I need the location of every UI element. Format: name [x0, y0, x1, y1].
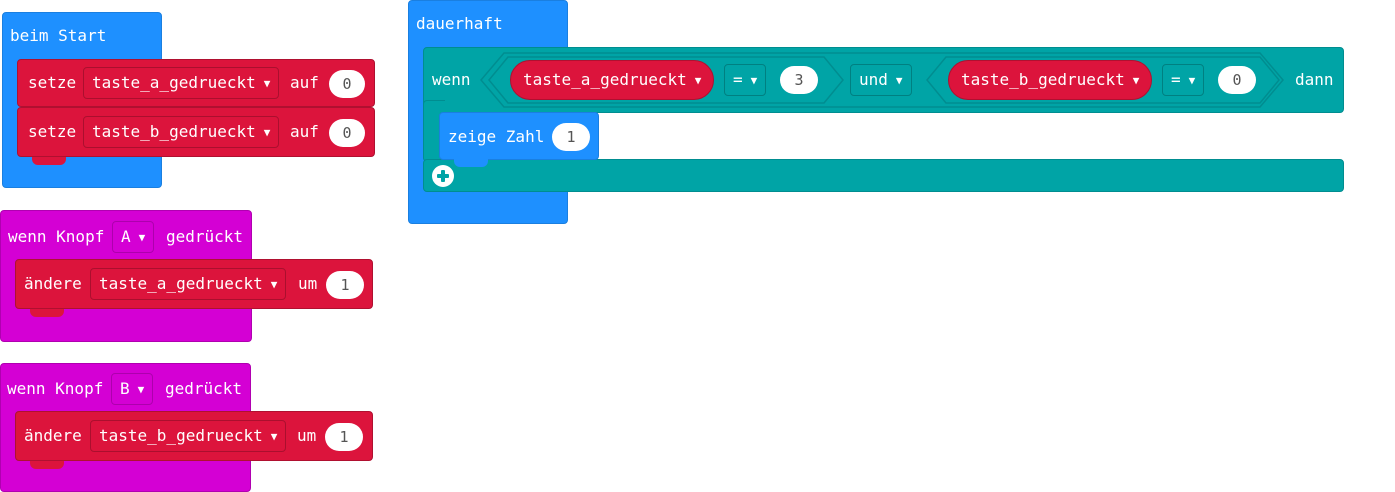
block-notch [30, 309, 64, 317]
operator: = [733, 70, 743, 89]
button-name: A [121, 227, 131, 246]
block-notch [32, 157, 66, 165]
show-number-block[interactable]: zeige Zahl 1 [439, 112, 599, 160]
block-notch [454, 159, 488, 167]
value-input[interactable]: 0 [1218, 66, 1256, 94]
operator-dropdown[interactable]: = ▼ [724, 64, 767, 96]
variable-name: taste_b_gedrueckt [961, 70, 1125, 89]
variable-dropdown[interactable]: taste_a_gedrueckt ▼ [83, 67, 280, 99]
block-notch [30, 461, 64, 469]
on-button-prefix: wenn Knopf [8, 227, 105, 246]
change-variable-block[interactable]: ändere taste_a_gedrueckt ▼ um 1 [15, 259, 373, 309]
logic-operator-dropdown[interactable]: und ▼ [850, 64, 912, 96]
on-button-prefix: wenn Knopf [7, 379, 104, 398]
value-input[interactable]: 1 [326, 271, 364, 299]
forever-title: dauerhaft [416, 14, 503, 33]
set-label: setze [28, 122, 77, 141]
chevron-down-icon: ▼ [137, 382, 145, 396]
chevron-down-icon: ▼ [1188, 73, 1196, 87]
chevron-down-icon: ▼ [263, 125, 271, 139]
value-input[interactable]: 0 [329, 70, 365, 98]
on-start-block[interactable]: beim Start setze taste_a_gedrueckt ▼ auf … [2, 12, 375, 188]
by-label: um [297, 426, 317, 445]
variable-name: taste_b_gedrueckt [99, 426, 263, 445]
button-name: B [120, 379, 130, 398]
chevron-down-icon: ▼ [270, 429, 278, 443]
if-then-bottom-arm [423, 159, 1344, 192]
to-label: auf [290, 73, 319, 92]
by-label: um [298, 274, 318, 293]
on-start-title: beim Start [10, 26, 107, 45]
change-label: ändere [24, 274, 82, 293]
variable-reporter[interactable]: taste_b_gedrueckt ▼ [948, 60, 1153, 100]
chevron-down-icon: ▼ [694, 73, 702, 87]
variable-dropdown[interactable]: taste_b_gedrueckt ▼ [83, 116, 280, 148]
if-label: wenn [432, 70, 471, 89]
plus-circle-icon[interactable] [432, 165, 454, 187]
set-variable-block[interactable]: setze taste_b_gedrueckt ▼ auf 0 [17, 107, 375, 157]
chevron-down-icon: ▼ [1132, 73, 1140, 87]
variable-dropdown[interactable]: taste_a_gedrueckt ▼ [90, 268, 287, 300]
value-input[interactable]: 1 [552, 123, 590, 151]
value-input[interactable]: 0 [329, 119, 365, 147]
show-number-label: zeige Zahl [448, 127, 545, 146]
value-input[interactable]: 3 [780, 66, 818, 94]
chevron-down-icon: ▼ [263, 76, 271, 90]
then-label: dann [1295, 70, 1334, 89]
chevron-down-icon: ▼ [750, 73, 758, 87]
variable-name: taste_b_gedrueckt [92, 122, 256, 141]
chevron-down-icon: ▼ [270, 277, 278, 291]
on-button-suffix: gedrückt [165, 379, 243, 398]
on-button-a-block[interactable]: wenn Knopf A ▼ gedrückt ändere taste_a_ge… [0, 210, 373, 342]
button-dropdown[interactable]: B ▼ [111, 373, 154, 405]
on-button-suffix: gedrückt [166, 227, 244, 246]
change-label: ändere [24, 426, 82, 445]
set-variable-block[interactable]: setze taste_a_gedrueckt ▼ auf 0 [17, 59, 375, 107]
to-label: auf [290, 122, 319, 141]
variable-dropdown[interactable]: taste_b_gedrueckt ▼ [90, 420, 287, 452]
on-button-b-block[interactable]: wenn Knopf B ▼ gedrückt ändere taste_b_ge… [0, 363, 373, 492]
operator: = [1171, 70, 1181, 89]
variable-name: taste_a_gedrueckt [92, 73, 256, 92]
chevron-down-icon: ▼ [138, 230, 146, 244]
button-dropdown[interactable]: A ▼ [112, 221, 155, 253]
chevron-down-icon: ▼ [895, 73, 903, 87]
operator-dropdown[interactable]: = ▼ [1162, 64, 1205, 96]
variable-name: taste_a_gedrueckt [99, 274, 263, 293]
logic-operator: und [859, 70, 888, 89]
forever-block[interactable]: dauerhaft wenn dann taste_a_gedrueckt ▼ =… [408, 0, 1344, 224]
change-variable-block[interactable]: ändere taste_b_gedrueckt ▼ um 1 [15, 411, 373, 461]
variable-reporter[interactable]: taste_a_gedrueckt ▼ [510, 60, 715, 100]
value-input[interactable]: 1 [325, 423, 363, 451]
variable-name: taste_a_gedrueckt [523, 70, 687, 89]
set-label: setze [28, 73, 77, 92]
